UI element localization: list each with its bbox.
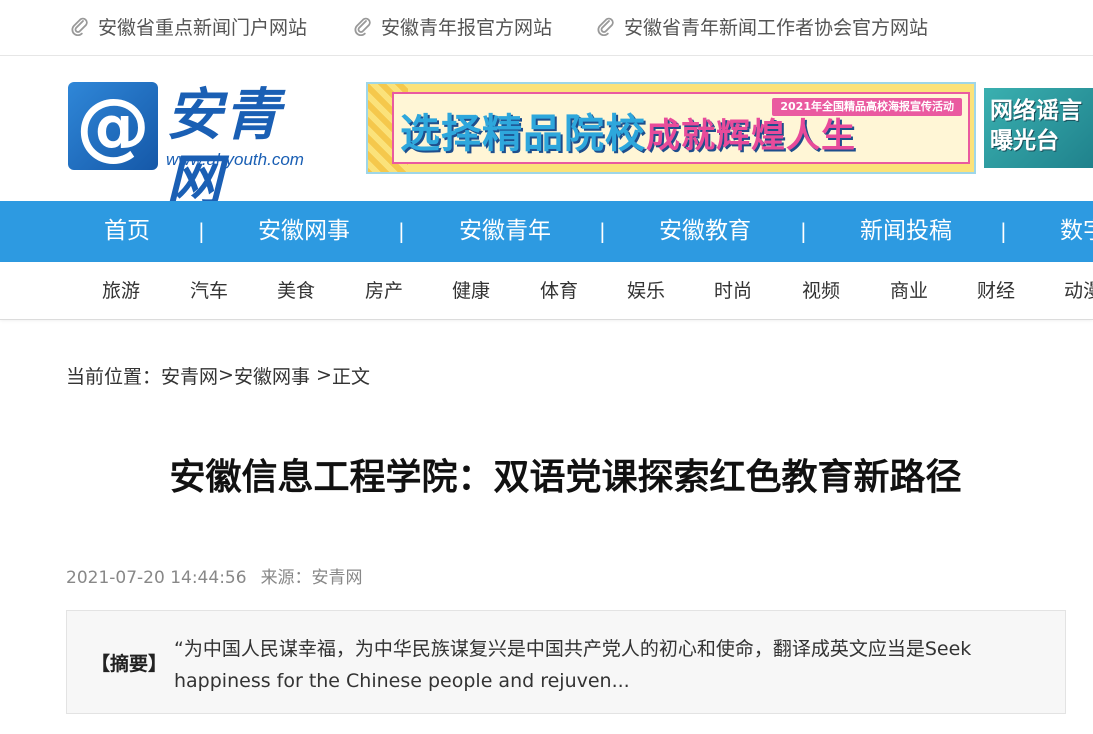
subnav-realestate[interactable]: 房产 bbox=[365, 262, 403, 320]
logo-name: 安青网 bbox=[166, 82, 282, 214]
nav-anhui-youth[interactable]: 安徽青年 bbox=[459, 201, 551, 262]
nav-separator: | bbox=[800, 219, 807, 243]
nav-separator: | bbox=[398, 219, 405, 243]
breadcrumb-separator: > bbox=[218, 364, 234, 386]
subnav-auto[interactable]: 汽车 bbox=[190, 262, 228, 320]
breadcrumb-separator: > bbox=[309, 364, 332, 386]
rumor-exposure-link[interactable]: 网络谣言曝光台 bbox=[984, 88, 1093, 168]
subnav-video[interactable]: 视频 bbox=[802, 262, 840, 320]
article-date: 2021-07-20 14:44:56 bbox=[66, 568, 247, 588]
breadcrumb: 当前位置： 安青网 > 安徽网事 > 正文 bbox=[66, 362, 370, 388]
toplink-youth-paper[interactable]: 安徽青年报官方网站 bbox=[353, 13, 552, 39]
at-logo-icon: @ bbox=[68, 82, 158, 170]
site-logo[interactable]: @ 安青网 www.ahyouth.com bbox=[68, 82, 330, 214]
secondary-nav: 旅游 汽车 美食 房产 健康 体育 娱乐 时尚 视频 商业 财经 动漫 bbox=[0, 262, 1093, 320]
subnav-business[interactable]: 商业 bbox=[890, 262, 928, 320]
banner-slogan-b: 成就辉煌人生 bbox=[646, 116, 856, 156]
banner-inner: 2021年全国精品高校海报宣传活动 选择精品院校成就辉煌人生 bbox=[392, 92, 970, 164]
toplink-label: 安徽省青年新闻工作者协会官方网站 bbox=[624, 16, 929, 39]
toplink-label: 安徽青年报官方网站 bbox=[381, 16, 553, 39]
nav-home[interactable]: 首页 bbox=[104, 201, 150, 262]
banner-slogan: 选择精品院校成就辉煌人生 bbox=[400, 110, 856, 160]
toplink-label: 安徽省重点新闻门户网站 bbox=[98, 16, 308, 39]
subnav-finance[interactable]: 财经 bbox=[977, 262, 1015, 320]
rumor-label: 网络谣言曝光台 bbox=[990, 98, 1082, 154]
subnav-fashion[interactable]: 时尚 bbox=[714, 262, 752, 320]
toplink-journalist-association[interactable]: 安徽省青年新闻工作者协会官方网站 bbox=[596, 13, 928, 39]
paperclip-icon bbox=[597, 17, 614, 36]
nav-separator: | bbox=[1000, 219, 1007, 243]
article-source: 来源：安青网 bbox=[260, 568, 363, 588]
breadcrumb-home[interactable]: 安青网 bbox=[161, 362, 218, 389]
nav-anhui-news[interactable]: 安徽网事 bbox=[258, 201, 350, 262]
subnav-anime[interactable]: 动漫 bbox=[1064, 262, 1093, 320]
primary-nav: 首页 | 安徽网事 | 安徽青年 | 安徽教育 | 新闻投稿 | 数字 bbox=[0, 201, 1093, 262]
breadcrumb-current: 正文 bbox=[331, 365, 370, 388]
breadcrumb-section[interactable]: 安徽网事 bbox=[234, 362, 310, 389]
top-links-bar: 安徽省重点新闻门户网站 安徽青年报官方网站 安徽省青年新闻工作者协会官方网站 bbox=[0, 0, 1093, 56]
banner-slogan-a: 选择精品院校 bbox=[400, 111, 646, 157]
article-title: 安徽信息工程学院：双语党课探索红色教育新路径 bbox=[169, 457, 962, 498]
nav-anhui-education[interactable]: 安徽教育 bbox=[659, 201, 751, 262]
summary-text: “为中国人民谋幸福，为中华民族谋复兴是中国共产党人的初心和使命，翻译成英文应当是… bbox=[174, 638, 972, 692]
subnav-entertainment[interactable]: 娱乐 bbox=[627, 262, 665, 320]
paperclip-icon bbox=[71, 17, 88, 36]
nav-separator: | bbox=[599, 219, 606, 243]
logo-symbol: @ bbox=[76, 83, 150, 169]
subnav-food[interactable]: 美食 bbox=[277, 262, 315, 320]
nav-submission[interactable]: 新闻投稿 bbox=[860, 201, 952, 262]
campus-banner-ad[interactable]: 2021年全国精品高校海报宣传活动 选择精品院校成就辉煌人生 bbox=[366, 82, 976, 174]
subnav-health[interactable]: 健康 bbox=[452, 262, 490, 320]
subnav-sports[interactable]: 体育 bbox=[540, 262, 578, 320]
breadcrumb-prefix: 当前位置： bbox=[66, 365, 162, 388]
summary-label: 【摘要】 bbox=[91, 653, 168, 675]
article-meta: 2021-07-20 14:44:56 来源：安青网 bbox=[66, 563, 377, 588]
article-summary: 【摘要】 “为中国人民谋幸福，为中华民族谋复兴是中国共产党人的初心和使命，翻译成… bbox=[66, 610, 1066, 714]
nav-digital[interactable]: 数字 bbox=[1060, 201, 1093, 262]
subnav-travel[interactable]: 旅游 bbox=[102, 262, 140, 320]
toplink-provincial-portal[interactable]: 安徽省重点新闻门户网站 bbox=[70, 13, 307, 39]
nav-separator: | bbox=[198, 219, 205, 243]
logo-url: www.ahyouth.com bbox=[166, 150, 304, 169]
paperclip-icon bbox=[354, 17, 371, 36]
